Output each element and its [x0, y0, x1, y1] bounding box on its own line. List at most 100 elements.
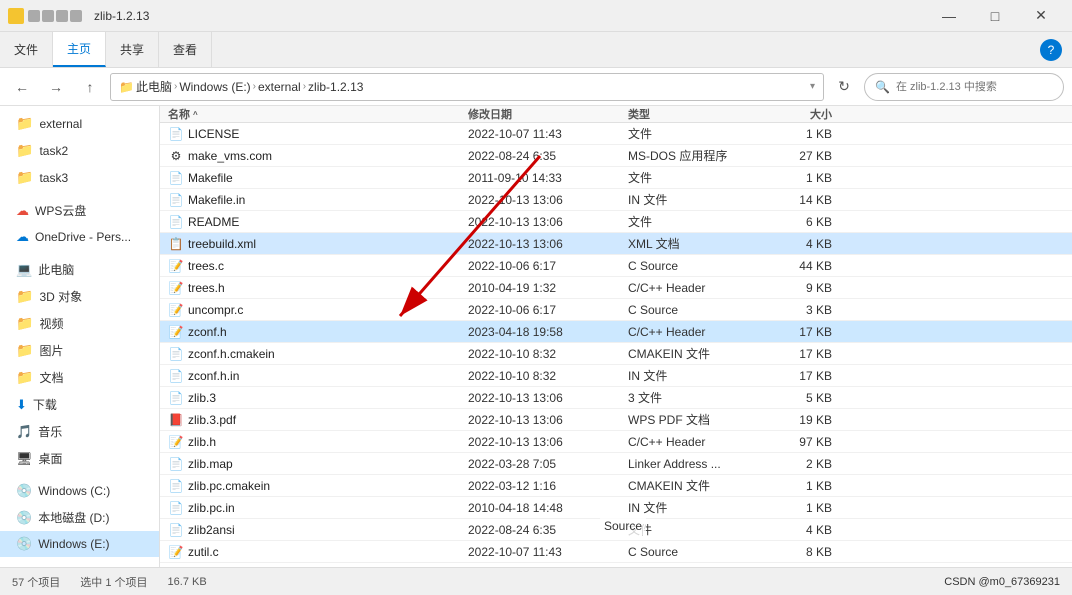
- file-date: 2022-10-10 8:32: [460, 369, 620, 383]
- table-row[interactable]: 📝 trees.c 2022-10-06 6:17 C Source 44 KB: [160, 255, 1072, 277]
- tab-home[interactable]: 主页: [53, 32, 106, 67]
- address-bar[interactable]: 📁 此电脑 › Windows (E:) › external › zlib-1…: [110, 73, 824, 101]
- music-icon: 🎵: [16, 424, 32, 440]
- table-row[interactable]: 📝 zlib.h 2022-10-13 13:06 C/C++ Header 9…: [160, 431, 1072, 453]
- header-date[interactable]: 修改日期: [460, 106, 620, 122]
- desktop-icon: 🖥: [16, 451, 33, 467]
- sidebar-item-desktop[interactable]: 🖥 桌面: [0, 445, 159, 472]
- table-row[interactable]: 📄 Makefile.in 2022-10-13 13:06 IN 文件 14 …: [160, 189, 1072, 211]
- table-row[interactable]: 📋 treebuild.xml 2022-10-13 13:06 XML 文档 …: [160, 233, 1072, 255]
- file-icon: 📄: [168, 500, 184, 516]
- file-size: 1 KB: [760, 501, 840, 515]
- header-name[interactable]: 名称 ^: [160, 106, 460, 122]
- file-icon: 📋: [168, 236, 184, 252]
- table-row[interactable]: 📝 uncompr.c 2022-10-06 6:17 C Source 3 K…: [160, 299, 1072, 321]
- table-row[interactable]: 📄 Makefile 2011-09-10 14:33 文件 1 KB: [160, 167, 1072, 189]
- file-name: trees.c: [188, 259, 224, 273]
- sidebar-item-pictures[interactable]: 📁 图片: [0, 337, 159, 364]
- table-row[interactable]: 📄 zconf.h.cmakein 2022-10-10 8:32 CMAKEI…: [160, 343, 1072, 365]
- file-date: 2022-10-07 11:43: [460, 545, 620, 559]
- file-type: 文件: [620, 169, 760, 186]
- table-row[interactable]: 📝 zconf.h 2023-04-18 19:58 C/C++ Header …: [160, 321, 1072, 343]
- help-button[interactable]: ?: [1040, 39, 1062, 61]
- sidebar-item-edrive[interactable]: 💿 Windows (E:): [0, 531, 159, 557]
- folder-icon: 📁: [16, 342, 33, 359]
- address-dropdown[interactable]: ▾: [810, 81, 815, 92]
- file-name: Makefile.in: [188, 193, 245, 207]
- drive-icon: 💿: [16, 510, 32, 526]
- search-box[interactable]: 🔍: [864, 73, 1064, 101]
- file-size: 8 KB: [760, 567, 840, 568]
- sidebar-item-downloads[interactable]: ⬇ 下载: [0, 391, 159, 418]
- sidebar-item-thispc[interactable]: 💻 此电脑: [0, 256, 159, 283]
- watermark: CSDN @m0_67369231: [944, 576, 1060, 588]
- table-row[interactable]: 📄 README 2022-10-13 13:06 文件 6 KB: [160, 211, 1072, 233]
- file-size: 17 KB: [760, 369, 840, 383]
- file-name: zutil.h: [188, 567, 219, 568]
- table-row[interactable]: 📕 zlib.3.pdf 2022-10-13 13:06 WPS PDF 文档…: [160, 409, 1072, 431]
- file-size: 5 KB: [760, 391, 840, 405]
- status-size: 16.7 KB: [168, 576, 207, 588]
- file-size: 8 KB: [760, 545, 840, 559]
- file-name: zconf.h.cmakein: [188, 347, 275, 361]
- table-row[interactable]: 📄 zlib.3 2022-10-13 13:06 3 文件 5 KB: [160, 387, 1072, 409]
- header-type[interactable]: 类型: [620, 106, 760, 122]
- sidebar-item-wps[interactable]: ☁ WPS云盘: [0, 197, 159, 224]
- sidebar-item-documents[interactable]: 📁 文档: [0, 364, 159, 391]
- header-size[interactable]: 大小: [760, 106, 840, 122]
- sidebar-item-cdrive[interactable]: 💿 Windows (C:): [0, 478, 159, 504]
- sidebar-item-external[interactable]: 📁 external: [0, 110, 159, 137]
- sidebar-item-task3[interactable]: 📁 task3: [0, 164, 159, 191]
- file-name: zlib.3.pdf: [188, 413, 236, 427]
- sidebar-item-task2[interactable]: 📁 task2: [0, 137, 159, 164]
- table-row[interactable]: 📄 zlib.pc.in 2010-04-18 14:48 IN 文件 1 KB: [160, 497, 1072, 519]
- file-icon: 📄: [168, 478, 184, 494]
- up-button[interactable]: ↑: [76, 73, 104, 101]
- main-area: 📁 external 📁 task2 📁 task3 ☁ WPS云盘 ☁ One…: [0, 106, 1072, 567]
- file-type: IN 文件: [620, 367, 760, 384]
- file-size: 19 KB: [760, 413, 840, 427]
- file-date: 2023-04-18 19:58: [460, 325, 620, 339]
- search-icon: 🔍: [875, 80, 890, 94]
- file-name: make_vms.com: [188, 149, 272, 163]
- back-button[interactable]: ←: [8, 73, 36, 101]
- status-total: 57 个项目: [12, 574, 60, 590]
- address-row: ← → ↑ 📁 此电脑 › Windows (E:) › external › …: [0, 68, 1072, 106]
- file-date: 2022-10-13 13:06: [460, 413, 620, 427]
- tab-view[interactable]: 查看: [159, 32, 212, 67]
- drive-icon: 💿: [16, 483, 32, 499]
- search-input[interactable]: [896, 81, 1053, 93]
- cloud-icon: ☁: [16, 203, 29, 219]
- file-date: 2011-09-10 14:33: [460, 171, 620, 185]
- file-name: zutil.c: [188, 545, 219, 559]
- file-icon: 📄: [168, 346, 184, 362]
- table-row[interactable]: ⚙ make_vms.com 2022-08-24 6:35 MS-DOS 应用…: [160, 145, 1072, 167]
- table-row[interactable]: 📄 zlib.pc.cmakein 2022-03-12 1:16 CMAKEI…: [160, 475, 1072, 497]
- table-row[interactable]: 📝 trees.h 2010-04-19 1:32 C/C++ Header 9…: [160, 277, 1072, 299]
- maximize-button[interactable]: □: [972, 0, 1018, 32]
- file-icon: 📝: [168, 258, 184, 274]
- minimize-button[interactable]: —: [926, 0, 972, 32]
- folder-icon: 📁: [16, 142, 33, 159]
- close-button[interactable]: ✕: [1018, 0, 1064, 32]
- table-row[interactable]: 📝 zutil.c 2022-10-07 11:43 C Source 8 KB: [160, 541, 1072, 563]
- file-date: 2022-10-13 13:06: [460, 391, 620, 405]
- sidebar-item-network[interactable]: 🌐 网络: [0, 563, 159, 567]
- refresh-button[interactable]: ↻: [830, 73, 858, 101]
- sidebar-item-ddrive[interactable]: 💿 本地磁盘 (D:): [0, 504, 159, 531]
- sidebar-item-video[interactable]: 📁 视频: [0, 310, 159, 337]
- table-row[interactable]: 📄 LICENSE 2022-10-07 11:43 文件 1 KB: [160, 123, 1072, 145]
- table-row[interactable]: 📄 zlib.map 2022-03-28 7:05 Linker Addres…: [160, 453, 1072, 475]
- tab-share[interactable]: 共享: [106, 32, 159, 67]
- table-row[interactable]: 📝 zutil.h 2022-10-07 11:43 C/C++ Header …: [160, 563, 1072, 567]
- table-row[interactable]: 📄 zconf.h.in 2022-10-10 8:32 IN 文件 17 KB: [160, 365, 1072, 387]
- file-type: C/C++ Header: [620, 281, 760, 295]
- sidebar-item-music[interactable]: 🎵 音乐: [0, 418, 159, 445]
- sidebar-item-onedrive[interactable]: ☁ OneDrive - Pers...: [0, 224, 159, 250]
- sidebar-item-3dobjects[interactable]: 📁 3D 对象: [0, 283, 159, 310]
- forward-button[interactable]: →: [42, 73, 70, 101]
- folder-icon: 📁: [16, 115, 33, 132]
- file-icon: 📝: [168, 302, 184, 318]
- file-icon: 📄: [168, 126, 184, 142]
- tab-file[interactable]: 文件: [0, 32, 53, 67]
